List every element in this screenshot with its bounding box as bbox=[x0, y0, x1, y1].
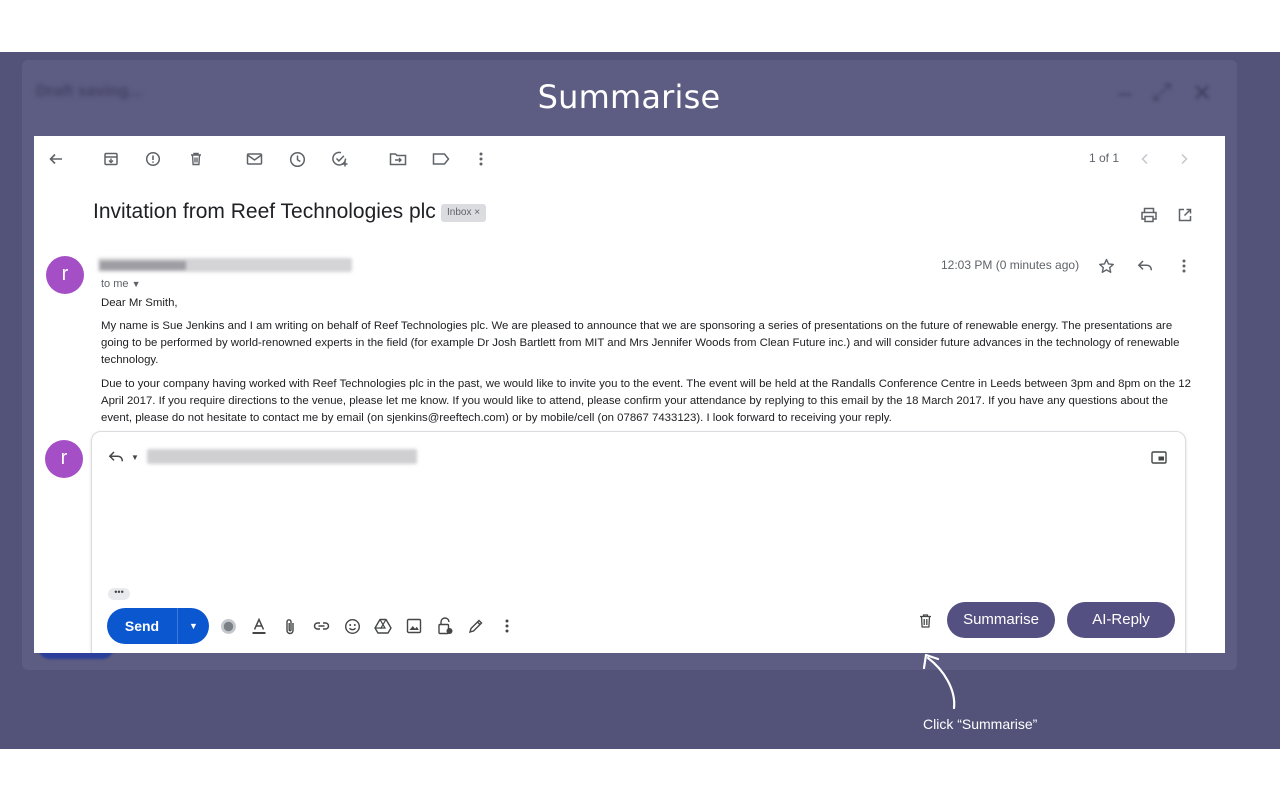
formatting-options-icon[interactable] bbox=[250, 617, 268, 635]
emoji-icon[interactable] bbox=[343, 617, 361, 635]
sender-name-redacted bbox=[98, 258, 352, 272]
inbox-label-chip[interactable]: Inbox × bbox=[441, 204, 487, 222]
chevron-left-icon[interactable] bbox=[1135, 149, 1155, 169]
attach-file-icon[interactable] bbox=[281, 617, 299, 635]
google-drive-icon[interactable] bbox=[374, 617, 392, 635]
callout-instruction: Click “Summarise” bbox=[923, 716, 1038, 732]
pop-out-reply-icon[interactable] bbox=[1149, 447, 1169, 467]
label-icon[interactable] bbox=[431, 149, 451, 169]
email-greeting: Dear Mr Smith, bbox=[101, 297, 178, 309]
show-trimmed-content-button[interactable]: ••• bbox=[108, 588, 130, 600]
more-options-icon[interactable] bbox=[498, 617, 516, 635]
move-to-icon[interactable] bbox=[388, 149, 408, 169]
ai-reply-button[interactable]: AI-Reply bbox=[1067, 602, 1175, 638]
expand-icon: ⤢ bbox=[1152, 79, 1172, 106]
delete-icon[interactable] bbox=[186, 149, 206, 169]
email-paragraph: Due to your company having worked with R… bbox=[101, 378, 1191, 424]
more-icon[interactable] bbox=[471, 149, 491, 169]
close-icon: ✕ bbox=[1192, 80, 1213, 107]
add-task-icon[interactable] bbox=[330, 149, 350, 169]
slide-title: Summarise bbox=[537, 78, 721, 116]
send-button[interactable]: Send ▼ bbox=[107, 608, 209, 644]
reply-type-chevron-icon[interactable]: ▼ bbox=[129, 450, 141, 464]
summarise-button[interactable]: Summarise bbox=[947, 602, 1055, 638]
send-options-chevron-icon[interactable]: ▼ bbox=[178, 621, 209, 631]
report-spam-icon[interactable] bbox=[143, 149, 163, 169]
message-timestamp: 12:03 PM (0 minutes ago) bbox=[941, 258, 1080, 272]
mark-unread-icon[interactable] bbox=[244, 149, 264, 169]
ai-assistant-icon[interactable] bbox=[219, 617, 237, 635]
recipient-redacted bbox=[147, 449, 417, 464]
user-avatar: r bbox=[45, 440, 83, 478]
print-icon[interactable] bbox=[1138, 204, 1160, 226]
to-me-label: to me bbox=[101, 278, 129, 290]
callout-arrow-icon bbox=[922, 653, 956, 710]
chevron-right-icon[interactable] bbox=[1174, 149, 1194, 169]
chevron-down-icon: ▼ bbox=[131, 279, 141, 289]
email-subject: Invitation from Reef Technologies plc bbox=[93, 200, 436, 223]
email-view: 1 of 1 Invitation from Reef Technologies… bbox=[34, 136, 1225, 653]
reply-icon[interactable] bbox=[1134, 255, 1156, 277]
star-icon[interactable] bbox=[1095, 255, 1117, 277]
message-more-icon[interactable] bbox=[1173, 255, 1195, 277]
message-counter: 1 of 1 bbox=[1089, 151, 1120, 165]
sender-avatar: r bbox=[46, 256, 84, 294]
discard-draft-icon[interactable] bbox=[915, 611, 935, 631]
send-label: Send bbox=[124, 618, 160, 634]
signature-pen-icon[interactable] bbox=[467, 617, 485, 635]
open-in-new-window-icon[interactable] bbox=[1174, 204, 1196, 226]
reply-type-icon[interactable] bbox=[107, 448, 125, 466]
archive-icon[interactable] bbox=[101, 149, 121, 169]
minimize-icon: – bbox=[1118, 80, 1132, 107]
snooze-icon[interactable] bbox=[287, 149, 307, 169]
insert-link-icon[interactable] bbox=[312, 617, 330, 635]
back-arrow-icon[interactable] bbox=[46, 149, 66, 169]
email-paragraph: My name is Sue Jenkins and I am writing … bbox=[101, 320, 1180, 366]
confidential-mode-icon[interactable] bbox=[436, 617, 454, 635]
insert-photo-icon[interactable] bbox=[405, 617, 423, 635]
recipient-line[interactable]: to me ▼ bbox=[101, 278, 141, 290]
